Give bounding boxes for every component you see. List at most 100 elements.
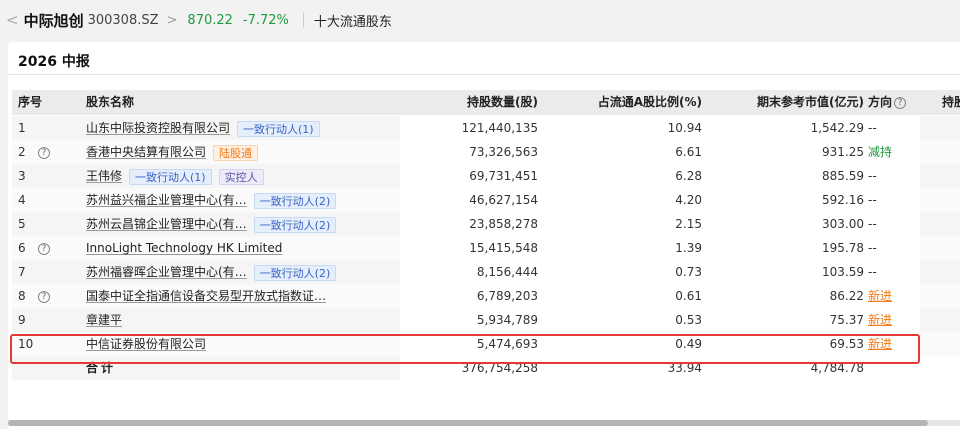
- row-index: 4: [18, 193, 26, 207]
- table-row[interactable]: 7 苏州福睿晖企业管理中心(有… 一致行动人(2) 8,156,444 0.73 103.…: [12, 260, 960, 284]
- shareholder-name-text[interactable]: 章建平: [86, 313, 122, 327]
- holding-direction[interactable]: 减持: [868, 140, 892, 164]
- shares-count: 23,858,278: [469, 217, 538, 231]
- table-row[interactable]: 2? 香港中央结算有限公司 陆股通 73,326,563 6.61 931.25 减持: [12, 140, 960, 164]
- shareholder-name-text[interactable]: 山东中际投资控股有限公司: [86, 121, 230, 135]
- market-value: 195.78: [822, 241, 864, 255]
- shareholder-name-text[interactable]: InnoLight Technology HK Limited: [86, 241, 282, 255]
- shareholder-tag[interactable]: 实控人: [218, 168, 264, 185]
- holding-direction[interactable]: 新进: [868, 332, 892, 356]
- col-value[interactable]: 期末参考市值(亿元): [757, 90, 864, 115]
- help-cell: ?: [38, 284, 50, 308]
- table-row[interactable]: 5 苏州云昌锦企业管理中心(有… 一致行动人(2) 23,858,278 2.15 303…: [12, 212, 960, 236]
- chevron-right-icon[interactable]: >: [167, 13, 178, 28]
- shareholder-tag[interactable]: 一致行动人(2): [253, 192, 337, 209]
- table-row[interactable]: 4 苏州益兴福企业管理中心(有… 一致行动人(2) 46,627,154 4.20 592…: [12, 188, 960, 212]
- shareholder-name[interactable]: 国泰中证全指通信设备交易型开放式指数证…: [86, 284, 326, 308]
- row-bg: [920, 212, 960, 236]
- page-subtitle: 十大流通股东: [313, 14, 392, 30]
- row-bg: [920, 236, 960, 260]
- market-value: 303.00: [822, 217, 864, 231]
- shareholder-name-text[interactable]: 中信证券股份有限公司: [86, 337, 206, 351]
- scrollbar-thumb[interactable]: [8, 420, 928, 426]
- shareholder-name[interactable]: 章建平: [86, 308, 122, 332]
- float-ratio: 0.53: [675, 313, 702, 327]
- market-value: 885.59: [822, 169, 864, 183]
- row-bg: [920, 332, 960, 356]
- holding-direction[interactable]: 新进: [868, 308, 892, 332]
- table-row[interactable]: 10 中信证券股份有限公司 5,474,693 0.49 69.53 新进: [12, 332, 960, 356]
- holding-direction: --: [868, 241, 877, 255]
- row-bg: [920, 140, 960, 164]
- float-ratio: 0.61: [675, 289, 702, 303]
- table-row[interactable]: 9 章建平 5,934,789 0.53 75.37 新进: [12, 308, 960, 332]
- market-value: 86.22: [829, 289, 864, 303]
- shareholder-name[interactable]: 中信证券股份有限公司: [86, 332, 206, 356]
- shares-count: 6,789,203: [476, 289, 538, 303]
- stock-price: 870.22: [187, 12, 233, 28]
- market-value: 931.25: [822, 145, 864, 159]
- shares-count: 5,934,789: [476, 313, 538, 327]
- table-row[interactable]: 3 王伟修 一致行动人(1) 实控人 69,731,451 6.28 885.59 --: [12, 164, 960, 188]
- shares-count: 15,415,548: [469, 241, 538, 255]
- row-bg: [920, 164, 960, 188]
- shareholder-tag[interactable]: 一致行动人(2): [253, 264, 337, 281]
- holding-direction: --: [868, 193, 877, 207]
- total-value: 4,784.78: [810, 361, 864, 375]
- table-row[interactable]: 6? InnoLight Technology HK Limited 15,415,…: [12, 236, 960, 260]
- divider: [8, 74, 960, 75]
- float-ratio: 4.20: [675, 193, 702, 207]
- shareholder-name-text[interactable]: 苏州云昌锦企业管理中心(有…: [86, 217, 247, 231]
- shareholder-name[interactable]: 苏州益兴福企业管理中心(有… 一致行动人(2): [86, 188, 337, 212]
- col-next: 持股: [942, 95, 960, 109]
- market-value: 592.16: [822, 193, 864, 207]
- shareholder-name[interactable]: 苏州云昌锦企业管理中心(有… 一致行动人(2): [86, 212, 337, 236]
- col-name: 股东名称: [86, 95, 135, 109]
- shareholder-name-text[interactable]: 苏州益兴福企业管理中心(有…: [86, 193, 247, 207]
- shares-count: 5,474,693: [476, 337, 538, 351]
- holding-direction[interactable]: 新进: [868, 284, 892, 308]
- shareholder-name[interactable]: InnoLight Technology HK Limited: [86, 236, 282, 260]
- row-index: 8: [18, 289, 26, 303]
- float-ratio: 6.61: [675, 145, 702, 159]
- shareholders-card: 2026 中报 序号 股东名称 持股数量(股) 占流通A股比例(%) 期末参考市…: [8, 42, 960, 429]
- shareholder-name-text[interactable]: 香港中央结算有限公司: [86, 145, 206, 159]
- chevron-left-icon[interactable]: <: [6, 11, 19, 29]
- table-row[interactable]: 1 山东中际投资控股有限公司 一致行动人(1) 121,440,135 10.94 1,5…: [12, 116, 960, 140]
- shareholder-name[interactable]: 香港中央结算有限公司 陆股通: [86, 140, 259, 164]
- question-circle-icon[interactable]: ?: [38, 242, 50, 255]
- shareholder-tag[interactable]: 一致行动人(1): [129, 168, 212, 185]
- header-bar: < 中际旭创 300308.SZ > 870.22 -7.72% 十大流通股东: [0, 0, 960, 40]
- row-index: 1: [18, 121, 26, 135]
- shareholder-tag[interactable]: 陆股通: [213, 144, 259, 161]
- float-ratio: 0.73: [675, 265, 702, 279]
- table-row[interactable]: 8? 国泰中证全指通信设备交易型开放式指数证… 6,789,203 0.61 86.22…: [12, 284, 960, 308]
- shareholder-tag[interactable]: 一致行动人(1): [237, 120, 320, 137]
- col-ratio[interactable]: 占流通A股比例(%): [598, 90, 702, 115]
- stock-name[interactable]: 中际旭创: [24, 10, 84, 31]
- question-circle-icon[interactable]: ?: [38, 290, 50, 303]
- market-value: 69.53: [829, 337, 864, 351]
- shareholder-name-text[interactable]: 国泰中证全指通信设备交易型开放式指数证…: [86, 289, 326, 303]
- question-circle-icon[interactable]: ?: [894, 96, 907, 109]
- float-ratio: 10.94: [667, 121, 702, 135]
- question-circle-icon[interactable]: ?: [38, 146, 50, 159]
- float-ratio: 1.39: [675, 241, 702, 255]
- shareholder-name[interactable]: 王伟修 一致行动人(1) 实控人: [86, 164, 264, 188]
- float-ratio: 2.15: [675, 217, 702, 231]
- help-cell: ?: [38, 236, 50, 260]
- col-direction-label: 方向: [868, 95, 893, 109]
- row-index: 7: [18, 265, 26, 279]
- shareholder-tag[interactable]: 一致行动人(2): [253, 216, 337, 233]
- shareholder-name-text[interactable]: 苏州福睿晖企业管理中心(有…: [86, 265, 247, 279]
- stock-code: 300308.SZ: [87, 12, 159, 28]
- holding-direction: --: [868, 265, 877, 279]
- holding-direction: --: [868, 217, 877, 231]
- shareholder-name-text[interactable]: 王伟修: [86, 169, 122, 183]
- market-value: 75.37: [829, 313, 864, 327]
- shareholder-name[interactable]: 山东中际投资控股有限公司 一致行动人(1): [86, 116, 320, 140]
- holding-direction: --: [868, 121, 877, 135]
- shares-count: 46,627,154: [469, 193, 538, 207]
- col-shares[interactable]: 持股数量(股): [467, 90, 538, 115]
- shareholder-name[interactable]: 苏州福睿晖企业管理中心(有… 一致行动人(2): [86, 260, 337, 284]
